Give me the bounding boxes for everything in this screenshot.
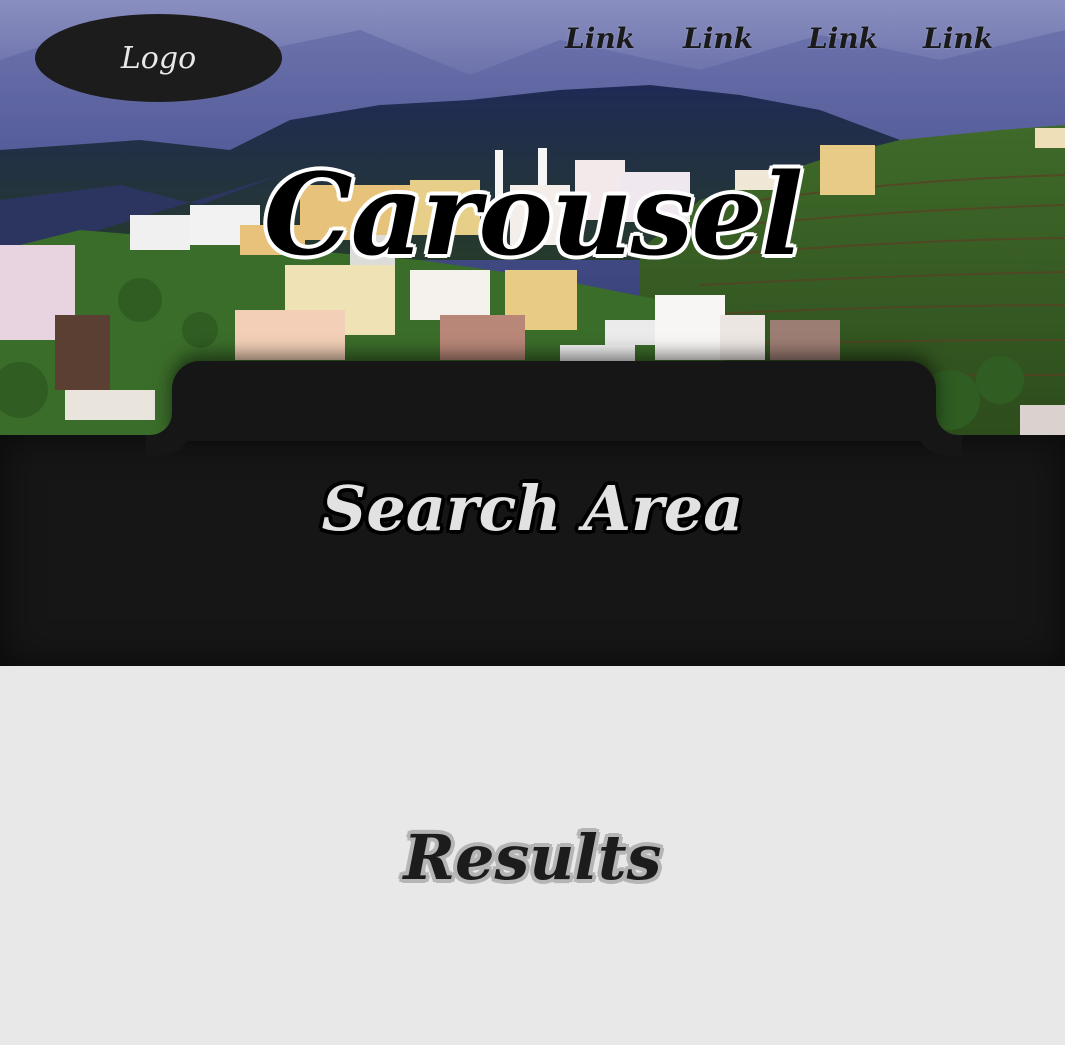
nav-link-4[interactable]: Link — [923, 22, 993, 55]
results-section: Results — [0, 666, 1065, 1045]
carousel-title: Carousel — [263, 150, 804, 281]
nav-link-2[interactable]: Link — [683, 22, 753, 55]
search-area-tab — [172, 361, 936, 441]
nav-link-3[interactable]: Link — [808, 22, 878, 55]
search-area — [0, 435, 1065, 666]
nav-link-1[interactable]: Link — [565, 22, 635, 55]
top-nav: Link Link Link Link — [0, 22, 1065, 62]
search-area-title: Search Area — [321, 472, 744, 545]
results-title: Results — [403, 821, 662, 894]
